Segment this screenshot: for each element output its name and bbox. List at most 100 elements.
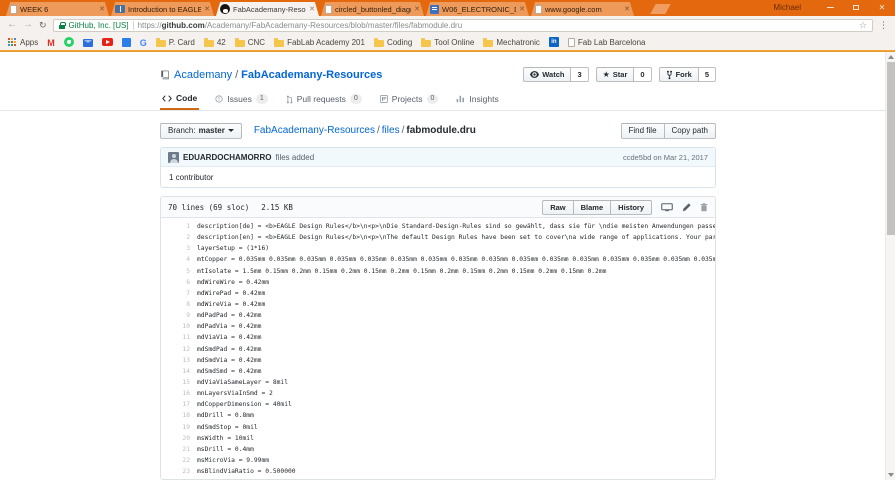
line-number[interactable]: 15 (161, 379, 197, 386)
bookmark-star-icon[interactable]: ☆ (859, 20, 867, 30)
delete-trash-icon[interactable] (700, 202, 708, 212)
security-label[interactable]: GitHub, Inc. [US] (69, 21, 129, 30)
scrollbar-up-arrow[interactable] (886, 52, 895, 62)
tab-close-icon[interactable] (204, 6, 210, 13)
bookmark-item[interactable]: Tool Online (421, 37, 475, 47)
repo-name-link[interactable]: FabAcademany-Resources (241, 69, 382, 81)
tab-close-icon[interactable] (624, 6, 630, 13)
maximize-button[interactable] (843, 0, 869, 15)
contributors-label[interactable]: 1 contributor (169, 173, 213, 182)
browser-tab[interactable]: www.google.com (531, 2, 634, 16)
chrome-menu-icon[interactable]: ⋮ (879, 20, 888, 31)
tab-code[interactable]: Code (160, 93, 200, 110)
bookmark-item[interactable]: CNC (234, 37, 265, 47)
line-number[interactable]: 4 (161, 256, 197, 263)
line-number[interactable]: 12 (161, 346, 197, 353)
star-count[interactable]: 0 (634, 67, 652, 82)
fork-count[interactable]: 5 (698, 67, 716, 82)
line-number[interactable]: 9 (161, 312, 197, 319)
bookmark-item[interactable] (47, 33, 55, 51)
minimize-button[interactable] (817, 0, 843, 15)
edit-pencil-icon[interactable] (682, 202, 691, 212)
tab-close-icon[interactable] (99, 6, 105, 13)
forward-button[interactable]: → (23, 20, 33, 30)
line-number[interactable]: 21 (161, 446, 197, 453)
close-button[interactable] (869, 0, 895, 15)
avatar[interactable] (168, 151, 179, 163)
tab-pull-requests[interactable]: Pull requests 0 (284, 93, 364, 110)
bookmark-item[interactable]: Fab Lab Barcelona (567, 37, 646, 47)
line-number[interactable]: 11 (161, 334, 197, 341)
scrollbar-thumb[interactable] (887, 62, 895, 235)
browser-tab[interactable]: FabAcademany-Resourc (216, 2, 319, 16)
tab-issues[interactable]: Issues 1 (213, 93, 269, 110)
watch-button[interactable]: Watch (523, 67, 572, 82)
scrollbar-down-arrow[interactable] (886, 470, 895, 480)
bookmark-item[interactable] (140, 33, 147, 51)
tab-projects[interactable]: Projects 0 (378, 93, 441, 110)
back-button[interactable]: ← (7, 20, 17, 30)
line-number[interactable]: 2 (161, 234, 197, 241)
line-number[interactable]: 18 (161, 412, 197, 419)
line-number[interactable]: 10 (161, 323, 197, 330)
commit-message-link[interactable]: files added (275, 153, 314, 162)
page-scrollbar[interactable] (885, 52, 895, 480)
browser-tab[interactable]: W06_ELECTRONIC_DESI (426, 2, 529, 16)
line-number[interactable]: 7 (161, 290, 197, 297)
breadcrumb-repo-link[interactable]: FabAcademany-Resources (254, 125, 375, 136)
bookmark-item[interactable] (101, 38, 113, 46)
line-number[interactable]: 16 (161, 390, 197, 397)
tab-close-icon[interactable] (414, 6, 420, 13)
star-button[interactable]: ★ Star (595, 67, 635, 82)
line-number[interactable]: 1 (161, 223, 197, 230)
tab-close-icon[interactable] (519, 6, 525, 13)
commit-author-link[interactable]: EDUARDOCHAMORRO (183, 153, 271, 162)
gmail-icon (47, 33, 55, 51)
find-file-button[interactable]: Find file (620, 122, 665, 139)
copy-path-button[interactable]: Copy path (664, 122, 716, 139)
open-desktop-icon[interactable] (661, 202, 673, 212)
browser-tab[interactable]: circled_buttonled_diagra (321, 2, 424, 16)
tab-close-icon[interactable] (309, 6, 315, 13)
line-number[interactable]: 23 (161, 468, 197, 475)
line-number[interactable]: 5 (161, 268, 197, 275)
tab-title: Introduction to EAGLE - (128, 4, 202, 14)
branch-select-button[interactable]: Branch: master (160, 122, 242, 139)
fork-button[interactable]: Fork (658, 67, 699, 82)
bookmark-item[interactable]: Apps (8, 37, 38, 47)
browser-tab[interactable]: Introduction to EAGLE - (111, 2, 214, 16)
browser-tab[interactable]: WEEK 6 (6, 2, 109, 16)
raw-button[interactable]: Raw (542, 199, 574, 215)
blame-button[interactable]: Blame (573, 199, 612, 215)
tab-insights[interactable]: Insights (454, 93, 500, 110)
repo-owner-link[interactable]: Academany (174, 69, 232, 81)
address-bar[interactable]: GitHub, Inc. [US] https://github.com/Aca… (52, 18, 873, 32)
bookmark-item[interactable]: P. Card (155, 37, 195, 47)
bookmark-item[interactable]: Mechatronic (483, 37, 540, 47)
bookmark-item[interactable] (63, 37, 74, 47)
line-number[interactable]: 13 (161, 357, 197, 364)
line-number[interactable]: 8 (161, 301, 197, 308)
watch-count[interactable]: 3 (571, 67, 589, 82)
bookmark-label: Tool Online (434, 37, 475, 47)
bookmark-item[interactable]: 42 (203, 37, 226, 47)
history-button[interactable]: History (611, 199, 652, 215)
bookmark-item[interactable]: FabLab Academy 201 (274, 37, 365, 47)
browser-toolbar: ← → ↻ GitHub, Inc. [US] https://github.c… (0, 16, 895, 34)
line-number[interactable]: 6 (161, 279, 197, 286)
bookmark-item[interactable] (548, 37, 559, 47)
chrome-profile-name[interactable]: Michael (773, 3, 801, 12)
line-number[interactable]: 14 (161, 368, 197, 375)
bookmark-item[interactable] (82, 38, 93, 47)
reload-button[interactable]: ↻ (39, 20, 47, 30)
url-text[interactable]: https://github.com/Academany/FabAcademan… (138, 21, 855, 30)
line-number[interactable]: 3 (161, 245, 197, 252)
breadcrumb-dir-link[interactable]: files (382, 125, 400, 136)
bookmark-item[interactable] (121, 37, 131, 47)
line-number[interactable]: 19 (161, 424, 197, 431)
line-number[interactable]: 22 (161, 457, 197, 464)
commit-hash-date[interactable]: ccde5bd on Mar 21, 2017 (623, 153, 708, 162)
bookmark-item[interactable]: Coding (373, 37, 412, 47)
line-number[interactable]: 20 (161, 435, 197, 442)
line-number[interactable]: 17 (161, 401, 197, 408)
